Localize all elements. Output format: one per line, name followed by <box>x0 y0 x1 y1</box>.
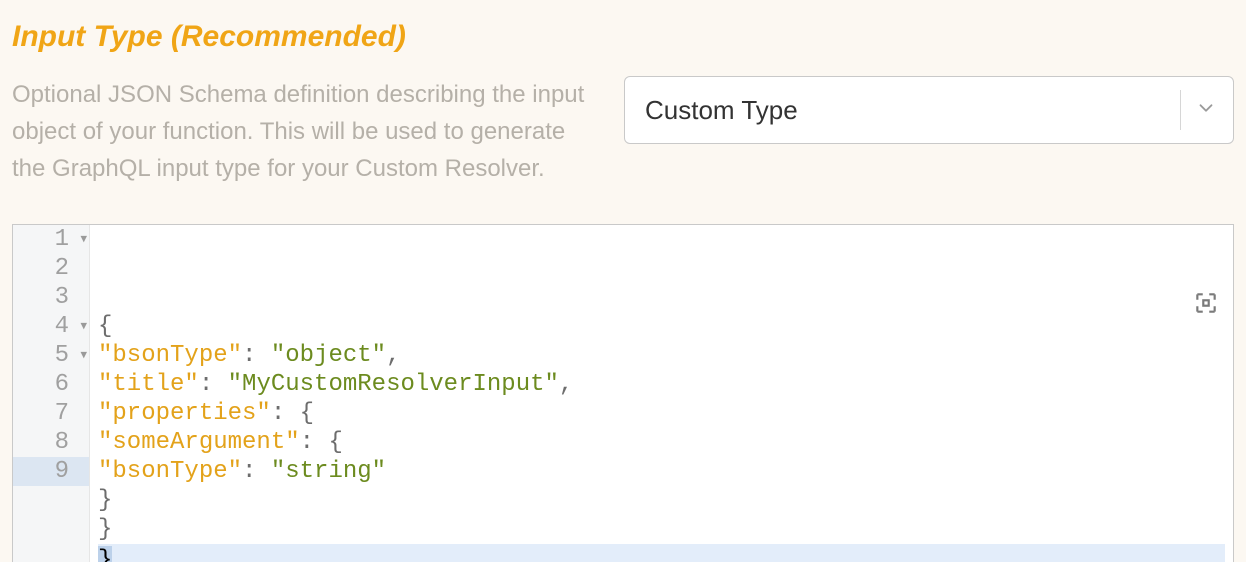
gutter-line: 3 <box>13 283 89 312</box>
section-title: Input Type (Recommended) <box>12 20 1234 54</box>
input-type-select-value: Custom Type <box>645 95 798 126</box>
editor-gutter: 1▾234▾5▾6789 <box>13 225 90 562</box>
input-type-select[interactable]: Custom Type <box>624 76 1234 144</box>
fullscreen-icon[interactable] <box>1049 261 1219 354</box>
code-line[interactable]: "title": "MyCustomResolverInput", <box>98 370 1225 399</box>
gutter-line: 7 <box>13 399 89 428</box>
fold-toggle-icon[interactable]: ▾ <box>80 341 87 370</box>
code-line[interactable]: "properties": { <box>98 399 1225 428</box>
code-editor[interactable]: 1▾234▾5▾6789 { "bsonType": "object", "ti… <box>12 224 1234 562</box>
section-description: Optional JSON Schema definition describi… <box>12 76 592 188</box>
fold-toggle-icon[interactable]: ▾ <box>80 225 87 254</box>
select-divider <box>1180 90 1181 130</box>
gutter-line: 5▾ <box>13 341 89 370</box>
gutter-line: 8 <box>13 428 89 457</box>
code-line[interactable]: "someArgument": { <box>98 428 1225 457</box>
gutter-line: 4▾ <box>13 312 89 341</box>
code-line[interactable]: } <box>98 515 1225 544</box>
gutter-line: 9 <box>13 457 89 486</box>
fold-toggle-icon[interactable]: ▾ <box>80 312 87 341</box>
editor-code-area[interactable]: { "bsonType": "object", "title": "MyCust… <box>90 225 1233 562</box>
gutter-line: 2 <box>13 254 89 283</box>
code-line[interactable]: } <box>98 544 1225 562</box>
chevron-down-icon <box>1195 97 1217 124</box>
code-line[interactable]: "bsonType": "string" <box>98 457 1225 486</box>
gutter-line: 6 <box>13 370 89 399</box>
gutter-line: 1▾ <box>13 225 89 254</box>
code-line[interactable]: } <box>98 486 1225 515</box>
